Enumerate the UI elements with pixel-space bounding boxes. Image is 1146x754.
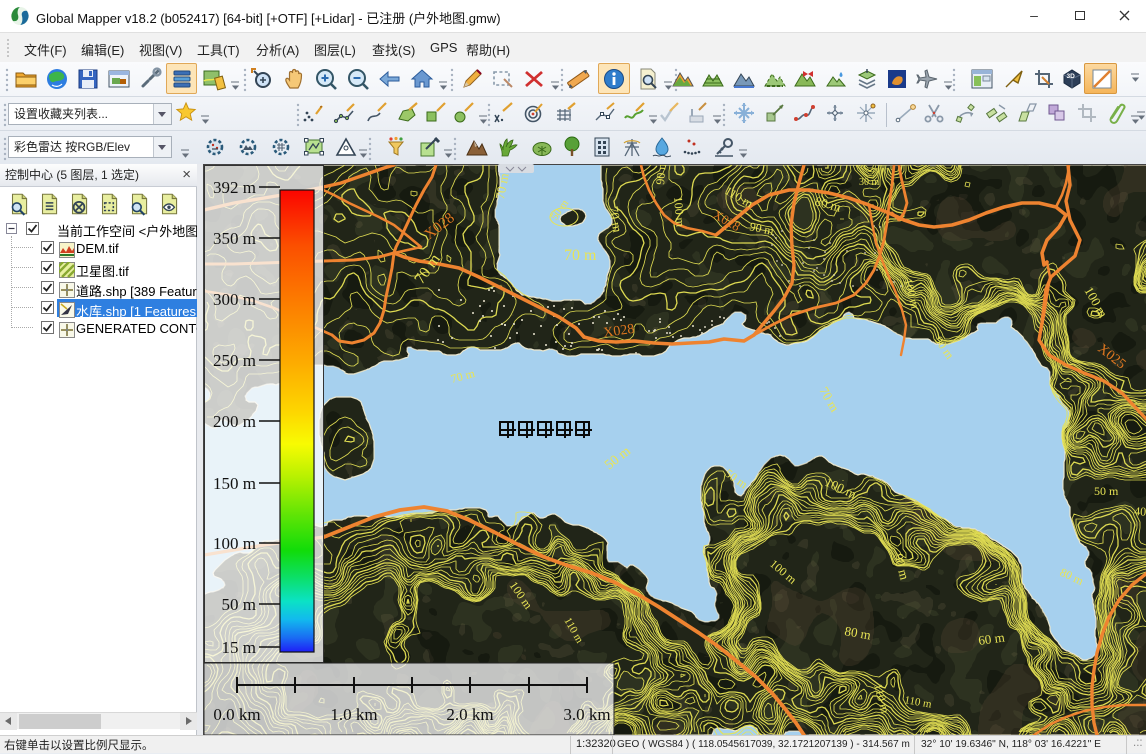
svg-text:100 m: 100 m (213, 534, 256, 553)
svg-text:2.0 km: 2.0 km (446, 705, 493, 724)
svg-text:200 m: 200 m (213, 412, 256, 431)
svg-text:350 m: 350 m (213, 229, 256, 248)
svg-text:150 m: 150 m (213, 474, 256, 493)
svg-text:100 m: 100 m (671, 196, 688, 228)
svg-text:40 m: 40 m (1134, 504, 1146, 519)
svg-text:15 m: 15 m (222, 638, 256, 657)
svg-text:70 m: 70 m (564, 247, 597, 264)
svg-text:3D: 3D (1067, 73, 1076, 80)
svg-text:3.0 km: 3.0 km (563, 705, 610, 724)
svg-text:250 m: 250 m (213, 351, 256, 370)
svg-text:50 m: 50 m (222, 595, 256, 614)
svg-text:70 m: 70 m (492, 172, 511, 201)
svg-text:1.0 km: 1.0 km (330, 705, 377, 724)
svg-text:80 m: 80 m (1058, 565, 1087, 588)
svg-text:90 m: 90 m (653, 165, 669, 185)
svg-text:300 m: 300 m (213, 290, 256, 309)
svg-text:0.0 km: 0.0 km (213, 705, 260, 724)
svg-text:30 m: 30 m (859, 177, 880, 188)
svg-text:392 m: 392 m (213, 178, 256, 197)
svg-text:50 m: 50 m (1094, 484, 1119, 498)
svg-text:50 m: 50 m (602, 444, 634, 473)
svg-text:70 m: 70 m (816, 384, 842, 414)
svg-text:70 m: 70 m (449, 366, 477, 386)
